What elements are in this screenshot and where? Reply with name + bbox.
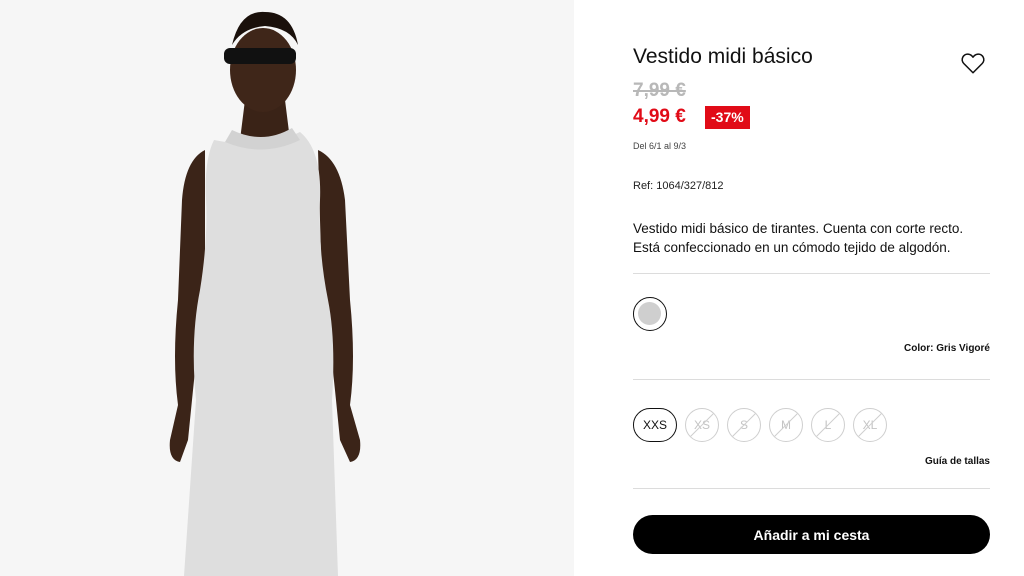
size-option-s[interactable]: S xyxy=(727,408,761,442)
product-description: Vestido midi básico de tirantes. Cuenta … xyxy=(633,221,964,255)
size-option-l[interactable]: L xyxy=(811,408,845,442)
size-option-xl[interactable]: XL xyxy=(853,408,887,442)
discount-badge: -37% xyxy=(705,106,750,129)
color-swatch-gris[interactable] xyxy=(633,297,667,331)
divider xyxy=(633,488,990,489)
promo-dates: Del 6/1 al 9/3 xyxy=(633,141,687,151)
product-title: Vestido midi básico xyxy=(633,45,813,68)
favorite-heart-icon[interactable] xyxy=(960,50,986,76)
size-option-m[interactable]: M xyxy=(769,408,803,442)
model-illustration xyxy=(0,0,574,576)
swatch-fill xyxy=(638,302,661,325)
size-selector: XXS XS S M L XL xyxy=(633,408,887,442)
add-to-cart-button[interactable]: Añadir a mi cesta xyxy=(633,515,990,554)
color-label: Color: Gris Vigoré xyxy=(904,343,990,354)
divider xyxy=(633,379,990,380)
size-option-xxs[interactable]: XXS xyxy=(633,408,677,442)
product-image xyxy=(0,0,574,576)
original-price: 7,99 € xyxy=(633,80,686,101)
size-guide-link[interactable]: Guía de tallas xyxy=(925,456,990,467)
size-option-xs[interactable]: XS xyxy=(685,408,719,442)
divider xyxy=(633,273,990,274)
product-reference: Ref: 1064/327/812 xyxy=(633,180,724,192)
product-details-panel: Vestido midi básico 7,99 € 4,99 € -37% D… xyxy=(574,0,1024,576)
sale-price: 4,99 € xyxy=(633,106,686,127)
